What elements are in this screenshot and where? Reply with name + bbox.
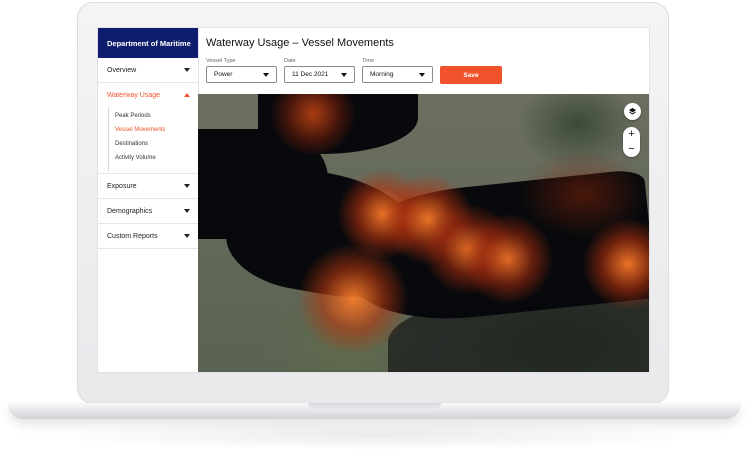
- chevron-up-icon: [184, 93, 190, 97]
- time-field: Time Morning: [362, 58, 433, 83]
- chevron-down-icon: [184, 184, 190, 188]
- vessel-type-select[interactable]: Power: [206, 66, 277, 83]
- page-title: Waterway Usage – Vessel Movements: [206, 37, 394, 49]
- date-value: 11 Dec 2021: [292, 71, 329, 78]
- time-select[interactable]: Morning: [362, 66, 433, 83]
- chevron-down-icon: [341, 72, 347, 77]
- subnav-item-destinations[interactable]: Destinations: [115, 137, 198, 151]
- date-select[interactable]: 11 Dec 2021: [284, 66, 355, 83]
- waterway-usage-group: Waterway Usage Peak Periods Vessel Movem…: [98, 83, 198, 174]
- time-value: Morning: [370, 71, 394, 78]
- date-label: Date: [284, 58, 296, 64]
- vessel-type-value: Power: [214, 71, 233, 78]
- time-label: Time: [362, 58, 375, 64]
- waterway-usage-submenu: Peak Periods Vessel Movements Destinatio…: [108, 107, 198, 171]
- sidebar-item-exposure[interactable]: Exposure: [98, 174, 198, 199]
- sidebar-item-label: Custom Reports: [107, 232, 158, 240]
- sidebar: Department of Maritime Overview Waterway…: [98, 28, 199, 372]
- vessel-type-field: Vessel Type Power: [206, 58, 277, 83]
- sidebar-item-demographics[interactable]: Demographics: [98, 199, 198, 224]
- sidebar-item-custom-reports[interactable]: Custom Reports: [98, 224, 198, 249]
- vessel-type-label: Vessel Type: [206, 58, 236, 64]
- water-area: [258, 94, 418, 154]
- heatmap-map[interactable]: + −: [198, 94, 649, 372]
- subnav-item-vessel-movements[interactable]: Vessel Movements: [115, 123, 198, 137]
- brand-title: Department of Maritime: [98, 28, 198, 58]
- layers-button[interactable]: [624, 103, 641, 120]
- sidebar-item-label: Demographics: [107, 207, 153, 215]
- subnav-item-peak-periods[interactable]: Peak Periods: [115, 109, 198, 123]
- chevron-down-icon: [263, 72, 269, 77]
- chevron-down-icon: [184, 209, 190, 213]
- zoom-out-button[interactable]: −: [623, 142, 640, 157]
- main-panel: Waterway Usage – Vessel Movements Vessel…: [198, 28, 649, 372]
- sidebar-item-overview[interactable]: Overview: [98, 58, 198, 83]
- layers-icon: [628, 107, 637, 115]
- zoom-in-button[interactable]: +: [623, 127, 640, 142]
- zoom-control: + −: [623, 127, 640, 157]
- laptop-shadow: [30, 420, 720, 450]
- chevron-down-icon: [184, 234, 190, 238]
- chevron-down-icon: [184, 68, 190, 72]
- sidebar-item-label: Exposure: [107, 182, 137, 190]
- sidebar-item-waterway-usage[interactable]: Waterway Usage: [98, 83, 198, 107]
- subnav-item-activity-volume[interactable]: Activity Volume: [115, 151, 198, 165]
- sidebar-item-label: Overview: [107, 66, 137, 74]
- save-button[interactable]: Save: [440, 66, 502, 84]
- sidebar-item-label: Waterway Usage: [107, 91, 161, 99]
- chevron-down-icon: [419, 72, 425, 77]
- date-field: Date 11 Dec 2021: [284, 58, 355, 83]
- laptop-notch: [308, 403, 441, 410]
- app-screen: Department of Maritime Overview Waterway…: [97, 27, 650, 373]
